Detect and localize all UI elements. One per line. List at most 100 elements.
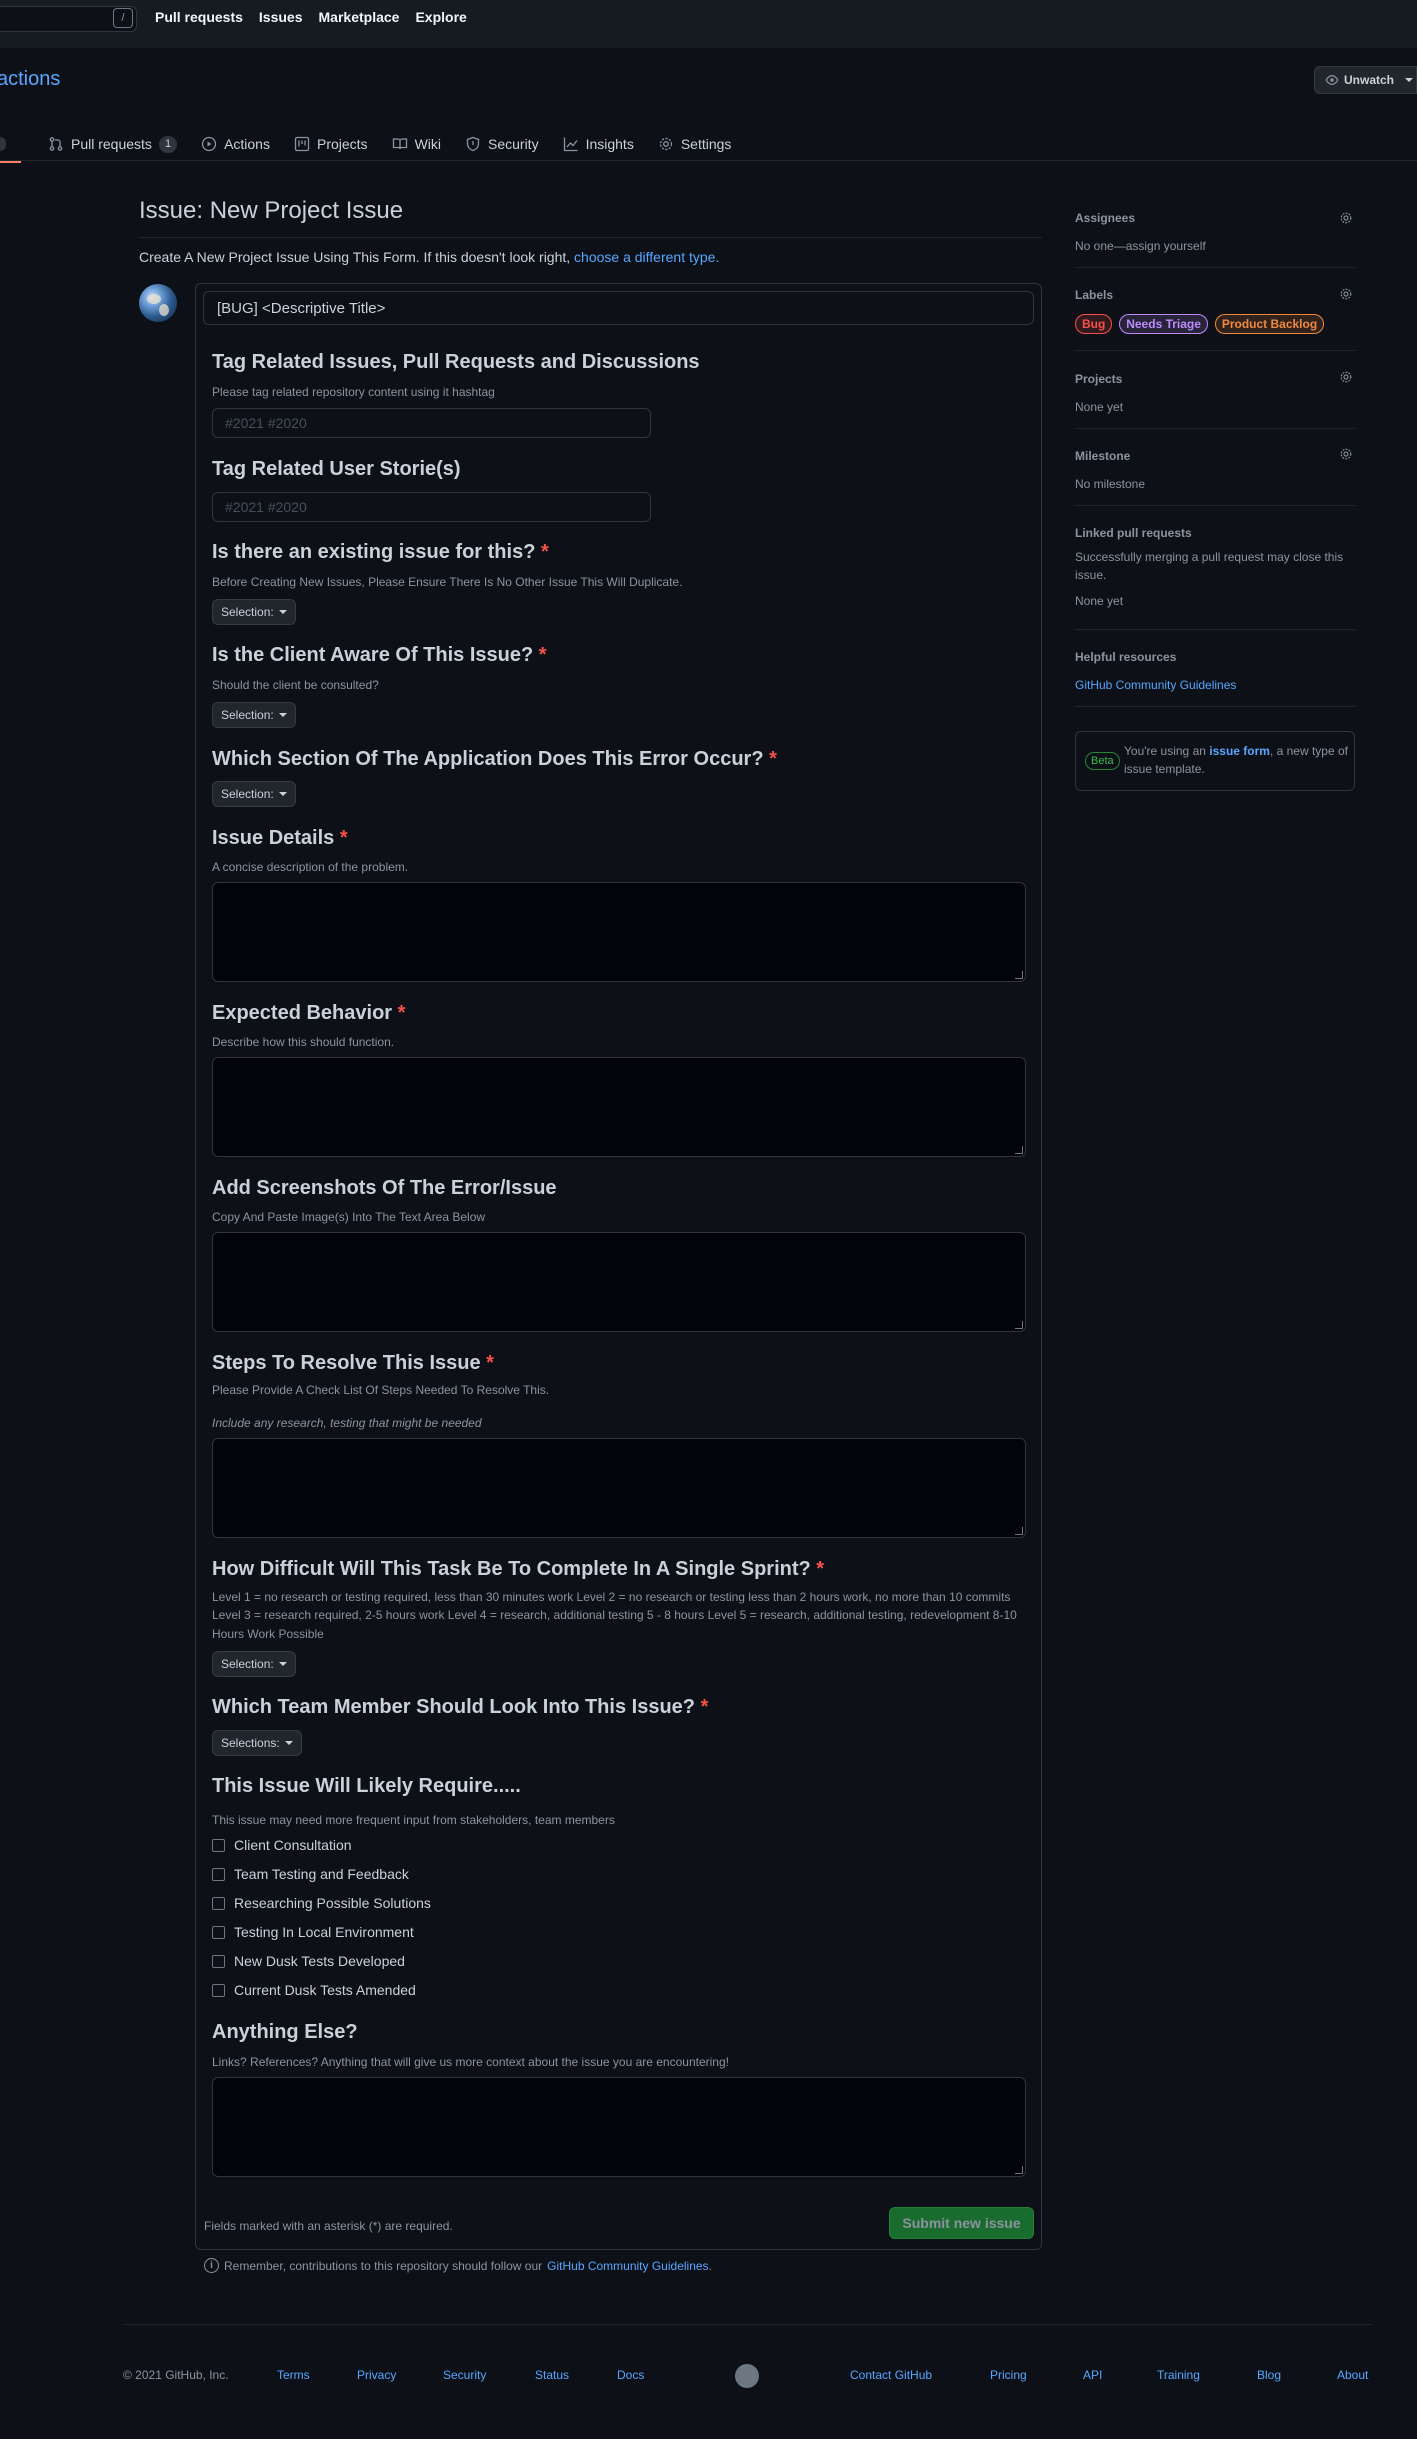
footer-link-status[interactable]: Status — [535, 2368, 569, 2382]
steps-description: Please Provide A Check List Of Steps Nee… — [212, 1383, 550, 1397]
footer-link-pricing[interactable]: Pricing — [990, 2368, 1027, 2382]
issue-form-link[interactable]: issue form — [1209, 744, 1270, 758]
footer-link-contact[interactable]: Contact GitHub — [850, 2368, 932, 2382]
eye-icon — [1325, 75, 1339, 85]
checkbox[interactable] — [212, 1925, 225, 1939]
gear-icon[interactable] — [1339, 370, 1353, 384]
linked-prs-heading: Linked pull requests — [1075, 526, 1192, 540]
footer-link-terms[interactable]: Terms — [277, 2368, 310, 2382]
tab-security[interactable]: Security — [453, 126, 551, 162]
projects-value: None yet — [1075, 400, 1124, 414]
checkbox[interactable] — [212, 1838, 225, 1852]
expected-textarea[interactable] — [212, 1057, 1026, 1157]
checkbox-label: Client Consultation — [234, 1837, 352, 1853]
difficulty-select[interactable]: Selection: — [212, 1651, 296, 1677]
footer-link-security[interactable]: Security — [443, 2368, 486, 2382]
steps-heading-text: Steps To Resolve This Issue — [212, 1352, 481, 1374]
screenshots-textarea[interactable] — [212, 1232, 1026, 1332]
tab-projects[interactable]: Projects — [282, 126, 380, 162]
expected-heading-text: Expected Behavior — [212, 1002, 393, 1024]
checkbox-local-testing[interactable]: Testing In Local Environment — [212, 1924, 414, 1940]
checkbox-label: Researching Possible Solutions — [234, 1895, 431, 1911]
community-guidelines-link[interactable]: GitHub Community Guidelines — [1075, 678, 1236, 692]
required-marker: * — [486, 1352, 494, 1374]
difficulty-description-3: Hours Work Possible — [212, 1627, 324, 1641]
details-textarea[interactable] — [212, 882, 1026, 982]
checkbox-amended-dusk-tests[interactable]: Current Dusk Tests Amended — [212, 1982, 416, 1998]
gear-icon[interactable] — [1339, 447, 1353, 461]
footer-copyright: © 2021 GitHub, Inc. — [123, 2368, 229, 2382]
checkbox-team-testing[interactable]: Team Testing and Feedback — [212, 1866, 409, 1882]
footer-link-privacy[interactable]: Privacy — [357, 2368, 396, 2382]
tab-actions[interactable]: Actions — [189, 126, 282, 162]
unwatch-button[interactable]: Unwatch — [1314, 66, 1417, 94]
checkbox[interactable] — [212, 1983, 225, 1997]
chevron-down-icon — [278, 610, 287, 614]
tag-issues-input[interactable]: #2021 #2020 — [212, 408, 651, 438]
checkbox-researching[interactable]: Researching Possible Solutions — [212, 1895, 431, 1911]
beta-badge: Beta — [1085, 752, 1120, 770]
label-bug[interactable]: Bug — [1075, 314, 1113, 334]
gear-icon[interactable] — [1339, 287, 1353, 301]
steps-heading: Steps To Resolve This Issue * — [212, 1352, 494, 1375]
nav-marketplace[interactable]: Marketplace — [319, 9, 400, 25]
footer-link-training[interactable]: Training — [1157, 2368, 1200, 2382]
required-marker: * — [769, 748, 777, 770]
checkbox-label: Current Dusk Tests Amended — [234, 1982, 416, 1998]
tab-wiki[interactable]: Wiki — [380, 126, 453, 162]
footer-link-docs[interactable]: Docs — [617, 2368, 644, 2382]
avatar[interactable] — [139, 284, 177, 322]
section-select[interactable]: Selection: — [212, 781, 296, 807]
checkbox[interactable] — [212, 1954, 225, 1968]
anything-else-textarea[interactable] — [212, 2077, 1026, 2177]
community-guidelines-link[interactable]: GitHub Community Guidelines — [547, 2259, 708, 2273]
nav-explore[interactable]: Explore — [415, 9, 466, 25]
tab-issues[interactable] — [0, 126, 21, 163]
choose-type-link[interactable]: choose a different type. — [574, 249, 719, 265]
book-icon — [392, 138, 407, 150]
nav-pull-requests[interactable]: Pull requests — [155, 9, 243, 25]
footer-divider — [123, 2324, 1372, 2325]
intro-text: Create A New Project Issue Using This Fo… — [139, 249, 571, 265]
checkbox-client-consultation[interactable]: Client Consultation — [212, 1837, 352, 1853]
tag-stories-input[interactable]: #2021 #2020 — [212, 492, 651, 522]
checkbox-new-dusk-tests[interactable]: New Dusk Tests Developed — [212, 1953, 405, 1969]
label-needs-triage[interactable]: Needs Triage — [1119, 314, 1208, 334]
steps-textarea[interactable] — [212, 1438, 1026, 1538]
label-product-backlog[interactable]: Product Backlog — [1214, 314, 1325, 334]
client-aware-heading: Is the Client Aware Of This Issue? * — [212, 644, 547, 667]
tab-security-label: Security — [488, 136, 539, 152]
issue-title-input[interactable]: [BUG] <Descriptive Title> — [203, 291, 1034, 325]
required-marker: * — [816, 1558, 825, 1580]
sidebar-divider — [1075, 350, 1355, 351]
tab-counter-fragment — [0, 137, 6, 151]
footer-link-api[interactable]: API — [1083, 2368, 1102, 2382]
team-member-select[interactable]: Selections: — [212, 1730, 302, 1756]
tab-insights[interactable]: Insights — [551, 126, 646, 162]
chevron-down-icon — [278, 1662, 287, 1666]
checkbox[interactable] — [212, 1867, 225, 1881]
checkbox[interactable] — [212, 1896, 225, 1910]
tab-pull-requests[interactable]: Pull requests 1 — [36, 126, 189, 162]
tab-pull-requests-label: Pull requests — [71, 136, 152, 152]
steps-note: Include any research, testing that might… — [212, 1416, 482, 1430]
footer-link-about[interactable]: About — [1337, 2368, 1368, 2382]
team-member-heading-text: Which Team Member Should Look Into This … — [212, 1696, 695, 1718]
submit-issue-button[interactable]: Submit new issue — [889, 2207, 1034, 2239]
required-marker: * — [540, 541, 549, 563]
milestone-section: Milestone No milestone — [1075, 449, 1355, 491]
existing-issue-select[interactable]: Selection: — [212, 599, 296, 625]
sidebar-divider — [1075, 629, 1355, 630]
tab-settings[interactable]: Settings — [646, 126, 744, 162]
tab-actions-label: Actions — [224, 136, 270, 152]
nav-issues[interactable]: Issues — [259, 9, 303, 25]
helpful-resources-heading: Helpful resources — [1075, 650, 1177, 664]
tag-stories-heading: Tag Related User Storie(s) — [212, 458, 461, 480]
footer-link-blog[interactable]: Blog — [1257, 2368, 1281, 2382]
repo-name-link[interactable]: actions — [0, 68, 60, 91]
client-aware-select[interactable]: Selection: — [212, 702, 296, 728]
assignees-value[interactable]: No one—assign yourself — [1075, 239, 1355, 253]
client-aware-description: Should the client be consulted? — [212, 678, 379, 692]
github-logo-icon[interactable] — [735, 2364, 759, 2388]
gear-icon[interactable] — [1339, 211, 1353, 225]
